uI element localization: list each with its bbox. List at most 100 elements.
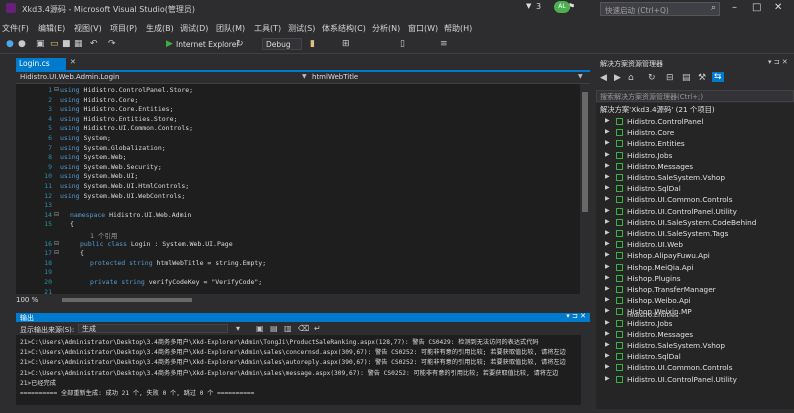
zoom-level[interactable]: 100 % bbox=[16, 296, 38, 304]
project-node[interactable]: ▶ Hishop.Weibo.Api bbox=[596, 295, 794, 306]
close-button[interactable]: ✕ bbox=[774, 2, 782, 13]
expand-arrow-icon[interactable]: ▶ bbox=[605, 162, 610, 169]
expand-arrow-icon[interactable]: ▶ bbox=[605, 341, 610, 348]
next-message-icon[interactable]: ▥ bbox=[284, 324, 292, 333]
start-debugging-icon[interactable]: ▶ bbox=[166, 39, 173, 49]
platform-icon[interactable]: ▮ bbox=[310, 39, 315, 49]
maximize-button[interactable]: □ bbox=[752, 2, 761, 13]
fold-toggle-icon[interactable]: ⊟ bbox=[54, 249, 59, 256]
user-avatar[interactable]: AL bbox=[554, 1, 570, 13]
bookmark-icon[interactable]: ⊞ bbox=[342, 39, 350, 49]
clear-all-icon[interactable]: ⌫ bbox=[298, 324, 309, 333]
expand-arrow-icon[interactable]: ▶ bbox=[605, 128, 610, 135]
expand-arrow-icon[interactable]: ▶ bbox=[605, 173, 610, 180]
chevron-down-icon[interactable]: ▼ bbox=[302, 73, 307, 80]
code-editor[interactable]: 1 using Hidistro.ControlPanel.Store; 2 usin… bbox=[16, 84, 590, 294]
expand-arrow-icon[interactable]: ▶ bbox=[605, 139, 610, 146]
project-node[interactable]: ▶ Hishop.MeiQia.Api bbox=[596, 262, 794, 273]
menu-file[interactable]: 文件(F) bbox=[2, 23, 29, 34]
expand-arrow-icon[interactable]: ▶ bbox=[605, 229, 610, 236]
save-all-icon[interactable]: ▦ bbox=[74, 39, 83, 49]
expand-arrow-icon[interactable]: ▶ bbox=[605, 363, 610, 370]
refresh-icon[interactable]: ↻ bbox=[236, 39, 244, 49]
expand-arrow-icon[interactable]: ▶ bbox=[605, 195, 610, 202]
editor-scroll-thumb[interactable] bbox=[582, 92, 588, 212]
output-text[interactable]: 21>C:\Users\Administrator\Desktop\3.4商务多… bbox=[16, 335, 581, 405]
notification-count[interactable]: 3 bbox=[536, 2, 541, 11]
fold-toggle-icon[interactable]: ⊟ bbox=[54, 211, 59, 218]
undo-icon[interactable]: ↶ bbox=[90, 39, 98, 49]
new-project-icon[interactable]: ▣ bbox=[36, 39, 45, 49]
expand-arrow-icon[interactable]: ▶ bbox=[605, 207, 610, 214]
member-navigation-dropdown[interactable]: htmlWebTitle bbox=[312, 73, 358, 81]
previous-message-icon[interactable]: ▤ bbox=[270, 324, 278, 333]
pin-icon[interactable]: ▾ ⊐ ✕ bbox=[768, 58, 788, 66]
project-node[interactable]: ▶ Hidistro.UI.SaleSystem.CodeBehind bbox=[596, 217, 794, 228]
menu-help[interactable]: 帮助(H) bbox=[444, 23, 472, 34]
minimize-button[interactable]: – bbox=[732, 2, 737, 13]
fold-toggle-icon[interactable]: ⊟ bbox=[54, 86, 59, 93]
properties-icon[interactable]: ⚒ bbox=[698, 73, 706, 83]
tab-login-cs[interactable]: Login.cs bbox=[16, 58, 66, 70]
project-node[interactable]: ▶ Hidistro.Entities bbox=[596, 138, 794, 149]
expand-arrow-icon[interactable]: ▶ bbox=[605, 251, 610, 258]
expand-arrow-icon[interactable]: ▶ bbox=[605, 240, 610, 247]
sync-icon[interactable]: ↻ bbox=[648, 73, 656, 83]
chevron-down-icon[interactable]: ▾ bbox=[236, 324, 240, 333]
fold-toggle-icon[interactable]: ⊟ bbox=[54, 240, 59, 247]
search-icon[interactable]: ⌕ bbox=[711, 3, 716, 13]
project-node[interactable]: ▶ Hishop.Weixin.MP bbox=[596, 306, 794, 317]
project-node[interactable]: ▶ Hishop.Plugins bbox=[596, 273, 794, 284]
quick-launch-input[interactable]: 快速启动 (Ctrl+Q) ⌕ bbox=[600, 2, 720, 16]
project-node[interactable]: ▶ Hidistro.Jobs bbox=[596, 150, 794, 161]
expand-arrow-icon[interactable]: ▶ bbox=[605, 375, 610, 382]
project-node[interactable]: ▶ Hidistro.UI.ControlPanel.Utility bbox=[596, 374, 794, 385]
project-node[interactable]: ▶ Hidistro.UI.SaleSystem.Tags bbox=[596, 228, 794, 239]
output-scrollbar[interactable] bbox=[581, 335, 590, 405]
expand-arrow-icon[interactable]: ▶ bbox=[605, 117, 610, 124]
save-icon[interactable]: ■ bbox=[62, 39, 71, 49]
browser-selector[interactable]: Internet Explorer bbox=[176, 40, 239, 49]
project-node[interactable]: ▶ Hidistro.Messages bbox=[596, 329, 794, 340]
project-node[interactable]: ▶ Hidistro.Core bbox=[596, 127, 794, 138]
filter-icon[interactable]: ▼ bbox=[526, 2, 531, 10]
project-node[interactable]: ▶ Hidistro.SqlDal bbox=[596, 183, 794, 194]
menu-team[interactable]: 团队(M) bbox=[216, 23, 245, 34]
project-node[interactable]: ▶ Hidistro.UI.Common.Controls bbox=[596, 194, 794, 205]
forward-icon[interactable]: ● bbox=[18, 39, 26, 49]
tab-close-icon[interactable]: ✕ bbox=[70, 58, 76, 66]
show-all-files-icon[interactable]: ▤ bbox=[682, 73, 691, 83]
menu-analyze[interactable]: 分析(N) bbox=[372, 23, 400, 34]
expand-arrow-icon[interactable]: ▶ bbox=[605, 184, 610, 191]
back-icon[interactable]: ● bbox=[6, 39, 14, 49]
expand-arrow-icon[interactable]: ▶ bbox=[605, 296, 610, 303]
expand-arrow-icon[interactable]: ▶ bbox=[605, 330, 610, 337]
reference-count[interactable]: 1 个引用 bbox=[90, 230, 117, 240]
project-node[interactable]: ▶ Hidistro.SaleSystem.Vshop bbox=[596, 172, 794, 183]
project-node[interactable]: ▶ Hishop.TransferManager bbox=[596, 284, 794, 295]
back-icon[interactable]: ◀ bbox=[600, 73, 607, 83]
expand-arrow-icon[interactable]: ▶ bbox=[605, 151, 610, 158]
comment-icon[interactable]: ▯ bbox=[400, 39, 405, 49]
expand-arrow-icon[interactable]: ▶ bbox=[605, 307, 610, 314]
forward-icon[interactable]: ▶ bbox=[614, 73, 621, 83]
menu-architecture[interactable]: 体系结构(C) bbox=[322, 23, 366, 34]
project-node[interactable]: ▶ Hidistro.ControlPanel bbox=[596, 116, 794, 127]
menu-debug[interactable]: 调试(D) bbox=[180, 23, 208, 34]
word-wrap-icon[interactable]: ↵ bbox=[314, 324, 321, 333]
home-icon[interactable]: ⌂ bbox=[628, 73, 634, 83]
solution-explorer-search[interactable]: 搜索解决方案资源管理器(Ctrl+;) bbox=[596, 90, 794, 102]
menu-build[interactable]: 生成(B) bbox=[146, 23, 174, 34]
expand-arrow-icon[interactable]: ▶ bbox=[605, 352, 610, 359]
configuration-dropdown[interactable]: Debug bbox=[262, 38, 302, 50]
editor-hscroll-thumb[interactable] bbox=[62, 298, 192, 302]
project-node[interactable]: ▶ Hidistro.Jobs bbox=[596, 318, 794, 329]
project-node[interactable]: ▶ Hishop.AlipayFuwu.Api bbox=[596, 250, 794, 261]
expand-arrow-icon[interactable]: ▶ bbox=[605, 285, 610, 292]
open-folder-icon[interactable]: ▭ bbox=[50, 39, 59, 49]
panel-pin-close-icon[interactable]: ▾ ⊐ ✕ bbox=[566, 312, 586, 320]
expand-arrow-icon[interactable]: ▶ bbox=[605, 263, 610, 270]
output-source-dropdown[interactable]: 生成 bbox=[78, 324, 228, 333]
find-message-icon[interactable]: ▣ bbox=[256, 324, 264, 333]
project-node[interactable]: ▶ Hidistro.SqlDal bbox=[596, 351, 794, 362]
